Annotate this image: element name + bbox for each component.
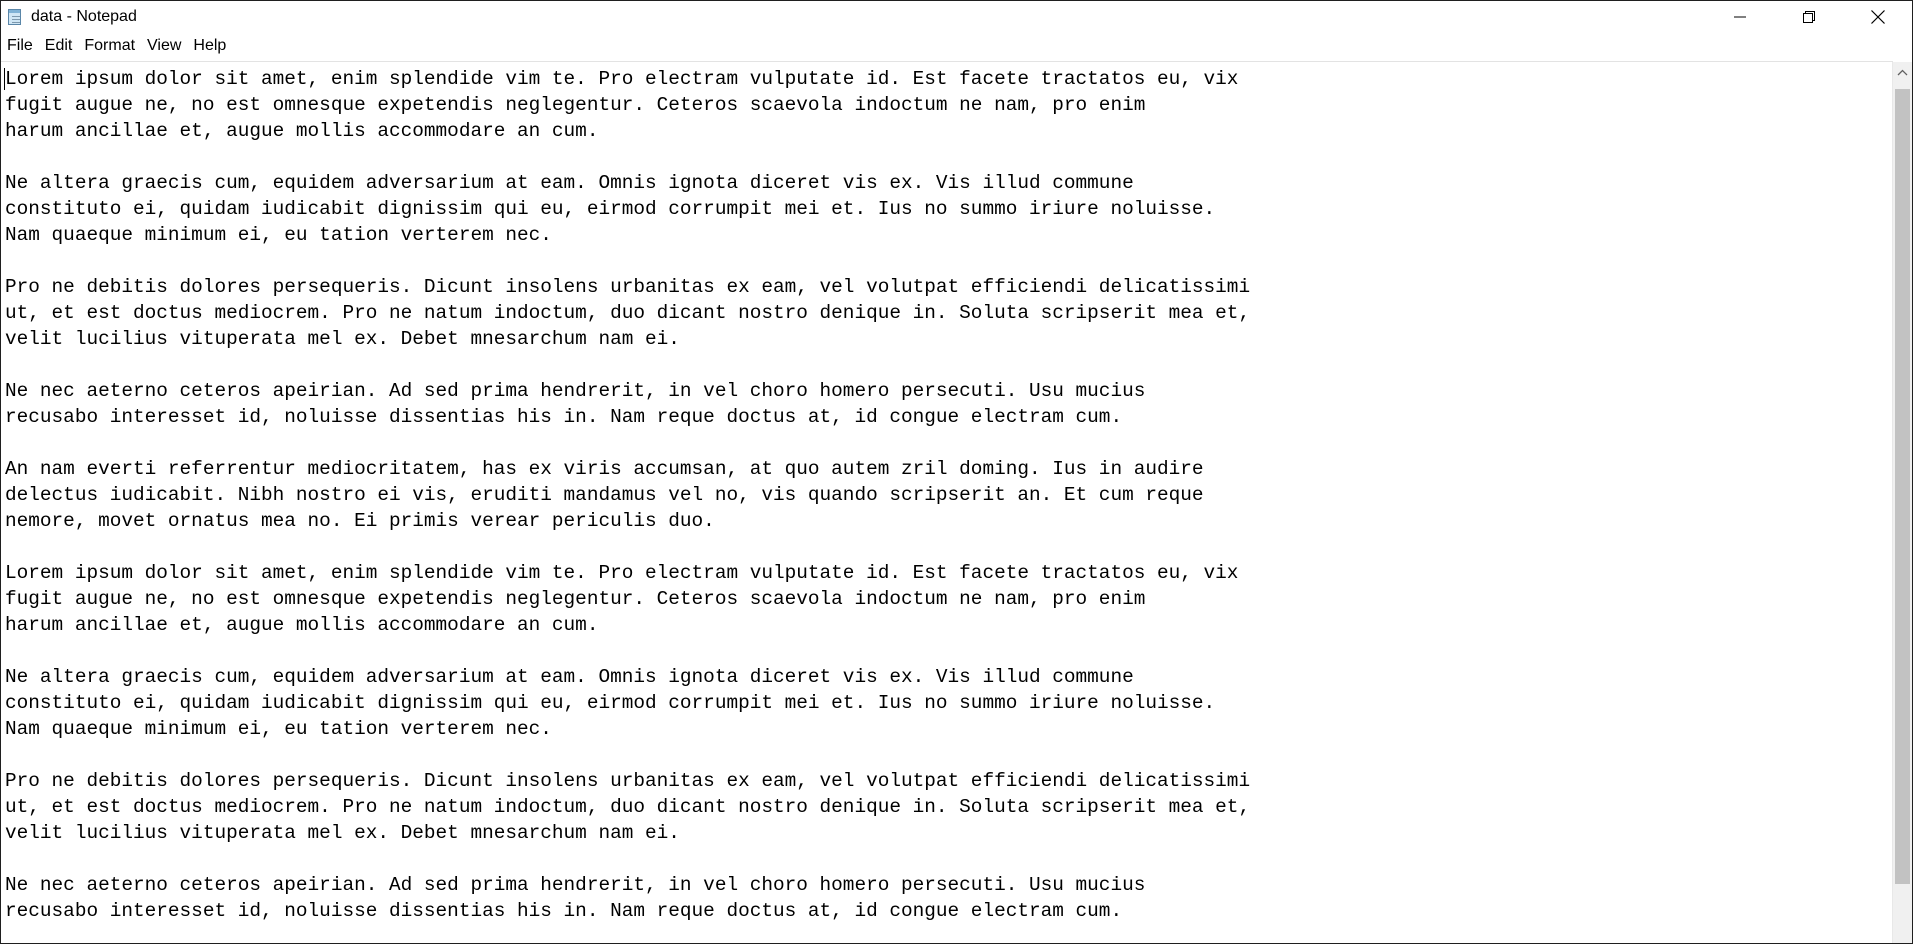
menu-edit[interactable]: Edit (39, 32, 79, 60)
notepad-icon[interactable] (7, 8, 23, 26)
restore-button[interactable] (1774, 1, 1843, 32)
menu-format[interactable]: Format (78, 32, 141, 60)
close-button[interactable] (1843, 1, 1912, 32)
scrollbar-thumb[interactable] (1895, 89, 1910, 884)
document-text[interactable]: Lorem ipsum dolor sit amet, enim splendi… (1, 62, 1893, 924)
caption-buttons (1705, 1, 1912, 32)
text-editor-area[interactable]: Lorem ipsum dolor sit amet, enim splendi… (1, 61, 1893, 943)
menu-view[interactable]: View (141, 32, 187, 60)
title-bar[interactable]: data - Notepad (1, 1, 1912, 32)
vertical-scrollbar[interactable] (1892, 62, 1912, 943)
window-title: data - Notepad (31, 7, 137, 25)
minimize-icon (1733, 16, 1746, 17)
close-icon (1870, 9, 1885, 24)
text-caret (4, 68, 5, 90)
menu-help[interactable]: Help (187, 32, 232, 60)
notepad-window: data - Notepad File Edit Format View Hel… (0, 0, 1913, 944)
chevron-up-icon (1897, 69, 1908, 76)
menu-file[interactable]: File (1, 32, 39, 60)
restore-icon (1802, 10, 1815, 23)
minimize-button[interactable] (1705, 1, 1774, 32)
scroll-up-button[interactable] (1893, 62, 1912, 83)
menu-bar: File Edit Format View Help (1, 32, 1912, 60)
